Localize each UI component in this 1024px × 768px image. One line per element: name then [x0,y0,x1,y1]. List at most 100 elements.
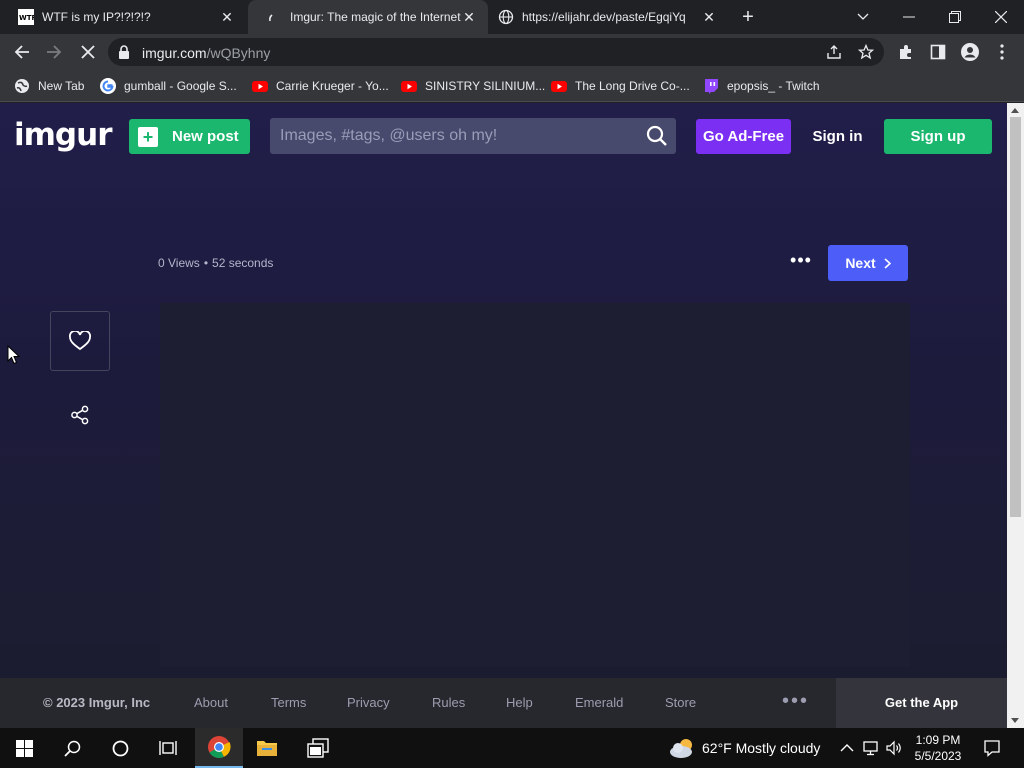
wtf-icon: WTF [18,9,34,25]
profile-icon [961,43,979,61]
taskbar-chrome[interactable] [195,728,243,768]
bookmark-star-button[interactable] [852,38,880,66]
chrome-icon [208,736,231,758]
search-icon[interactable] [646,125,668,147]
next-post-button[interactable]: Next [828,245,908,281]
tab-close-button[interactable]: ✕ [700,8,718,26]
side-panel-button[interactable] [924,38,952,66]
extensions-button[interactable] [892,38,920,66]
notifications-icon[interactable] [983,739,1001,757]
next-label: Next [845,255,876,271]
globe-icon [15,79,29,93]
new-post-label: New post [172,128,239,145]
tab-search-button[interactable] [840,0,886,34]
task-view-icon [159,741,177,755]
bookmark-epopsis-twitch[interactable]: epopsis_ - Twitch [703,77,820,95]
stop-icon [81,45,95,59]
tab-title: WTF is my IP?!?!?!? [42,10,151,24]
more-vertical-icon [1000,44,1004,60]
close-window-button[interactable] [978,0,1024,34]
folder-icon [257,741,277,756]
footer-more-button[interactable]: ••• [782,690,809,713]
footer-link-privacy[interactable]: Privacy [347,695,390,710]
puzzle-icon [900,45,911,59]
bookmark-sinistry[interactable]: SINISTRY SILINIUM... [401,77,545,95]
sign-in-link[interactable]: Sign in [810,119,865,154]
volume-icon[interactable] [885,739,903,757]
window-stack-icon [307,738,329,758]
scroll-down-arrow[interactable] [1011,718,1019,723]
profile-button[interactable] [956,38,984,66]
chrome-menu-button[interactable] [988,38,1016,66]
meta-separator: • [203,256,209,270]
bookmark-long-drive[interactable]: The Long Drive Co-... [551,77,690,95]
task-view-button[interactable] [144,728,192,768]
footer-link-store[interactable]: Store [665,695,696,710]
bookmark-label: gumball - Google S... [124,79,237,93]
clock-time: 1:09 PM [915,733,961,747]
share-icon[interactable] [70,405,90,425]
youtube-icon [252,81,268,92]
new-post-button[interactable]: + New post [129,119,250,154]
footer-link-terms[interactable]: Terms [271,695,306,710]
tab-elijahr-paste[interactable]: https://elijahr.dev/paste/EgqiYq ✕ [488,0,728,34]
heart-icon [69,331,91,351]
system-clock[interactable]: 1:09 PM 5/5/2023 [908,732,968,764]
search-bar [270,118,676,154]
youtube-icon [401,81,417,92]
tab-wtf-is-my-ip[interactable]: WTF WTF is my IP?!?!?!? ✕ [0,0,246,34]
favorite-button[interactable] [50,311,110,371]
url-text: imgur.com/wQByhny [142,45,270,61]
arrow-left-icon [14,45,29,59]
weather-text[interactable]: 62°F Mostly cloudy [702,740,820,756]
weather-cloud-icon [670,739,692,758]
network-icon[interactable] [862,739,880,757]
footer-link-rules[interactable]: Rules [432,695,465,710]
side-panel-icon [930,44,946,60]
windows-logo-icon [15,739,33,757]
taskbar-file-explorer[interactable] [243,728,291,768]
loading-icon [269,14,273,22]
page-scrollbar[interactable] [1007,103,1024,728]
cortana-button[interactable] [96,728,144,768]
share-page-button[interactable] [820,38,848,66]
twitch-icon [705,79,718,94]
footer-link-emerald[interactable]: Emerald [575,695,623,710]
minimize-button[interactable] [886,0,932,34]
restore-button[interactable] [932,0,978,34]
footer-link-about[interactable]: About [194,695,228,710]
tab-title: https://elijahr.dev/paste/EgqiYq [522,10,686,24]
search-input[interactable] [280,118,630,154]
google-icon [100,78,116,94]
globe-icon [498,9,514,25]
url-path: /wQByhny [206,45,271,61]
sign-up-button[interactable]: Sign up [884,119,992,154]
clock-date: 5/5/2023 [914,749,962,763]
cortana-icon [112,740,128,756]
post-age: 52 seconds [212,256,274,270]
imgur-logo[interactable]: imgur [14,117,112,153]
taskbar-app-window[interactable] [294,728,342,768]
chevron-down-icon [857,13,869,20]
scroll-up-arrow[interactable] [1011,108,1019,113]
scroll-thumb[interactable] [1010,117,1021,517]
tab-close-button[interactable]: ✕ [460,8,478,26]
bookmark-label: The Long Drive Co-... [575,79,690,93]
more-options-button[interactable]: ••• [787,251,815,272]
get-the-app-button[interactable]: Get the App [836,678,1007,728]
start-button[interactable] [0,728,48,768]
tab-close-button[interactable]: ✕ [218,8,236,26]
bookmark-carrie-krueger[interactable]: Carrie Krueger - Yo... [252,77,389,95]
new-tab-button[interactable]: + [736,5,760,29]
stop-loading-button[interactable] [74,38,102,66]
back-button[interactable] [8,38,36,66]
bookmark-new-tab[interactable]: New Tab [14,77,84,95]
tab-title: Imgur: The magic of the Internet [290,10,461,24]
bookmark-gumball[interactable]: gumball - Google S... [100,77,237,95]
chevron-up-icon[interactable] [838,739,856,757]
footer-link-help[interactable]: Help [506,695,533,710]
tab-imgur[interactable]: Imgur: The magic of the Internet ✕ [248,0,488,34]
taskbar-search-button[interactable] [48,728,96,768]
forward-button[interactable] [40,38,68,66]
go-ad-free-button[interactable]: Go Ad-Free [696,119,791,154]
